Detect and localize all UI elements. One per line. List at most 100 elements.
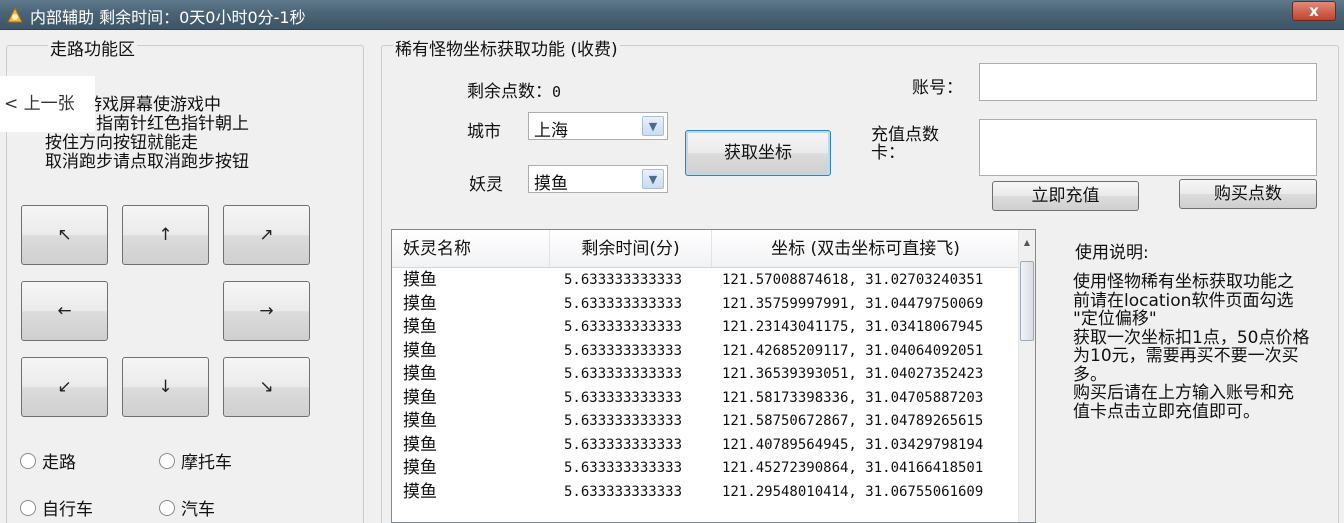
buy-points-button[interactable]: 购买点数 xyxy=(1179,179,1317,209)
scroll-thumb[interactable] xyxy=(1020,261,1034,341)
cell-name: 摸鱼 xyxy=(403,434,437,455)
app-icon xyxy=(7,6,23,23)
cell-coords[interactable]: 121.58750672867, 31.04789265615 xyxy=(712,410,1020,434)
radio-car[interactable]: 汽车 xyxy=(159,495,215,520)
help-text: 使用怪物稀有坐标获取功能之 前请在location软件页面勾选 "定位偏移" 获… xyxy=(1073,273,1333,421)
spirit-label: 妖灵 xyxy=(469,175,503,195)
radio-circle xyxy=(159,452,175,469)
list-rows: 摸鱼 5.633333333333 121.57008874618, 31.0270… xyxy=(392,269,1020,504)
cell-coords[interactable]: 121.57008874618, 31.02703240351 xyxy=(712,269,1020,293)
get-coords-button[interactable]: 获取坐标 xyxy=(685,130,831,176)
help-line: 前请在location软件页面勾选 xyxy=(1073,290,1294,311)
help-line: 多。 xyxy=(1073,364,1107,385)
cell-time: 5.633333333333 xyxy=(564,295,683,312)
cell-time: 5.633333333333 xyxy=(564,342,683,359)
close-button[interactable]: x xyxy=(1292,1,1336,21)
chevron-down-icon[interactable]: ▼ xyxy=(642,116,664,136)
cell-time: 5.633333333333 xyxy=(564,272,683,288)
move-up-button[interactable]: ↑ xyxy=(122,205,209,265)
card-input[interactable] xyxy=(979,119,1317,176)
prev-image-button[interactable]: < 上一张 xyxy=(0,76,95,132)
city-label: 城市 xyxy=(467,122,501,142)
move-up-right-button[interactable]: ↗ xyxy=(223,205,310,265)
table-row[interactable]: 摸鱼 5.633333333333 121.45272390864, 31.0416… xyxy=(392,457,1020,481)
radio-circle xyxy=(159,499,175,516)
account-input[interactable] xyxy=(979,63,1317,101)
help-line: 使用怪物稀有坐标获取功能之 xyxy=(1073,272,1294,292)
help-line: 获取一次坐标扣1点，50点价格 xyxy=(1073,327,1310,348)
cell-coords[interactable]: 121.35759997991, 31.04479750069 xyxy=(712,293,1020,317)
cell-name: 摸鱼 xyxy=(403,364,437,384)
points-value: 0 xyxy=(552,83,562,101)
radio-walk[interactable]: 走路 xyxy=(20,448,76,473)
spirit-select-value: 摸鱼 xyxy=(534,174,568,194)
table-row[interactable]: 摸鱼 5.633333333333 121.40789564945, 31.0342… xyxy=(392,434,1020,458)
radio-label: 摩托车 xyxy=(181,453,232,473)
account-label: 账号： xyxy=(912,78,963,98)
table-row[interactable]: 摸鱼 5.633333333333 121.35759997991, 31.0447… xyxy=(392,293,1020,317)
table-row[interactable]: 摸鱼 5.633333333333 121.58173398336, 31.0470… xyxy=(392,387,1020,411)
table-row[interactable]: 摸鱼 5.633333333333 121.36539393051, 31.0402… xyxy=(392,363,1020,387)
cell-coords[interactable]: 121.40789564945, 31.03429798194 xyxy=(712,434,1020,458)
column-header-coords[interactable]: 坐标 (双击坐标可直接飞) xyxy=(712,230,1020,267)
help-line: 为10元，需要再买不要一次买 xyxy=(1073,346,1299,366)
recharge-button[interactable]: 立即充值 xyxy=(992,181,1139,211)
radio-circle xyxy=(20,499,36,516)
card-label-line2: 卡： xyxy=(871,143,905,163)
help-line: 值卡点击立即充值即可。 xyxy=(1073,401,1260,422)
cell-name: 摸鱼 xyxy=(403,458,437,478)
city-select-value: 上海 xyxy=(534,121,568,141)
chevron-down-icon[interactable]: ▼ xyxy=(642,169,664,189)
cell-coords[interactable]: 121.36539393051, 31.04027352423 xyxy=(712,363,1020,387)
radio-motorcycle[interactable]: 摩托车 xyxy=(159,448,232,473)
help-title: 使用说明: xyxy=(1075,243,1149,263)
cell-coords[interactable]: 121.58173398336, 31.04705887203 xyxy=(712,387,1020,411)
move-up-left-button[interactable]: ↖ xyxy=(21,205,108,265)
cell-name: 摸鱼 xyxy=(403,317,437,337)
points-label-text: 剩余点数： xyxy=(467,82,552,102)
monster-list[interactable]: 妖灵名称 剩余时间(分) 坐标 (双击坐标可直接飞) 摸鱼 5.633333333… xyxy=(391,229,1036,523)
cell-time: 5.633333333333 xyxy=(564,436,683,453)
cell-name: 摸鱼 xyxy=(403,293,437,314)
radio-label: 自行车 xyxy=(42,500,93,520)
column-header-time[interactable]: 剩余时间(分) xyxy=(550,230,712,267)
list-scrollbar[interactable]: ▲ xyxy=(1018,230,1035,522)
cell-coords[interactable]: 121.42685209117, 31.04064092051 xyxy=(712,340,1020,364)
cell-coords[interactable]: 121.29548010414, 31.06755061609 xyxy=(712,481,1020,505)
cell-name: 摸鱼 xyxy=(403,387,437,408)
move-down-right-button[interactable]: ↘ xyxy=(223,357,310,417)
window-title: 内部辅助 剩余时间：0天0小时0分-1秒 xyxy=(30,8,306,27)
column-header-name[interactable]: 妖灵名称 xyxy=(392,230,550,267)
table-row[interactable]: 摸鱼 5.633333333333 121.29548010414, 31.0675… xyxy=(392,481,1020,505)
move-right-button[interactable]: → xyxy=(223,281,310,341)
table-row[interactable]: 摸鱼 5.633333333333 121.58750672867, 31.0478… xyxy=(392,410,1020,434)
move-down-left-button[interactable]: ↙ xyxy=(21,357,108,417)
move-down-button[interactable]: ↓ xyxy=(122,357,209,417)
table-row[interactable]: 摸鱼 5.633333333333 121.23143041175, 31.0341… xyxy=(392,316,1020,340)
points-label: 剩余点数：0 xyxy=(467,77,561,102)
cell-time: 5.633333333333 xyxy=(564,413,683,429)
scroll-up-icon[interactable]: ▲ xyxy=(1019,234,1035,251)
instruction-line: 取消跑步请点取消跑步按钮 xyxy=(45,152,249,172)
cell-time: 5.633333333333 xyxy=(564,460,683,476)
help-line: "定位偏移" xyxy=(1073,309,1157,329)
radio-label: 汽车 xyxy=(181,500,215,520)
cell-time: 5.633333333333 xyxy=(564,366,683,382)
card-label-line1: 充值点数 xyxy=(871,125,939,145)
spirit-select[interactable]: 摸鱼 ▼ xyxy=(528,165,668,194)
cell-name: 摸鱼 xyxy=(403,411,437,431)
help-line: 购买后请在上方输入账号和充 xyxy=(1073,383,1294,403)
cell-coords[interactable]: 121.45272390864, 31.04166418501 xyxy=(712,457,1020,481)
cell-name: 摸鱼 xyxy=(403,270,437,290)
cell-name: 摸鱼 xyxy=(403,340,437,361)
instruction-line: 按住方向按钮就能走 xyxy=(45,133,198,153)
cell-time: 5.633333333333 xyxy=(564,319,683,335)
move-left-button[interactable]: ← xyxy=(21,281,108,341)
title-bar: 内部辅助 剩余时间：0天0小时0分-1秒 x xyxy=(0,0,1344,30)
radio-label: 走路 xyxy=(42,453,76,473)
radio-bicycle[interactable]: 自行车 xyxy=(20,495,93,520)
table-row[interactable]: 摸鱼 5.633333333333 121.57008874618, 31.0270… xyxy=(392,269,1020,293)
cell-coords[interactable]: 121.23143041175, 31.03418067945 xyxy=(712,316,1020,340)
table-row[interactable]: 摸鱼 5.633333333333 121.42685209117, 31.0406… xyxy=(392,340,1020,364)
city-select[interactable]: 上海 ▼ xyxy=(528,112,668,141)
